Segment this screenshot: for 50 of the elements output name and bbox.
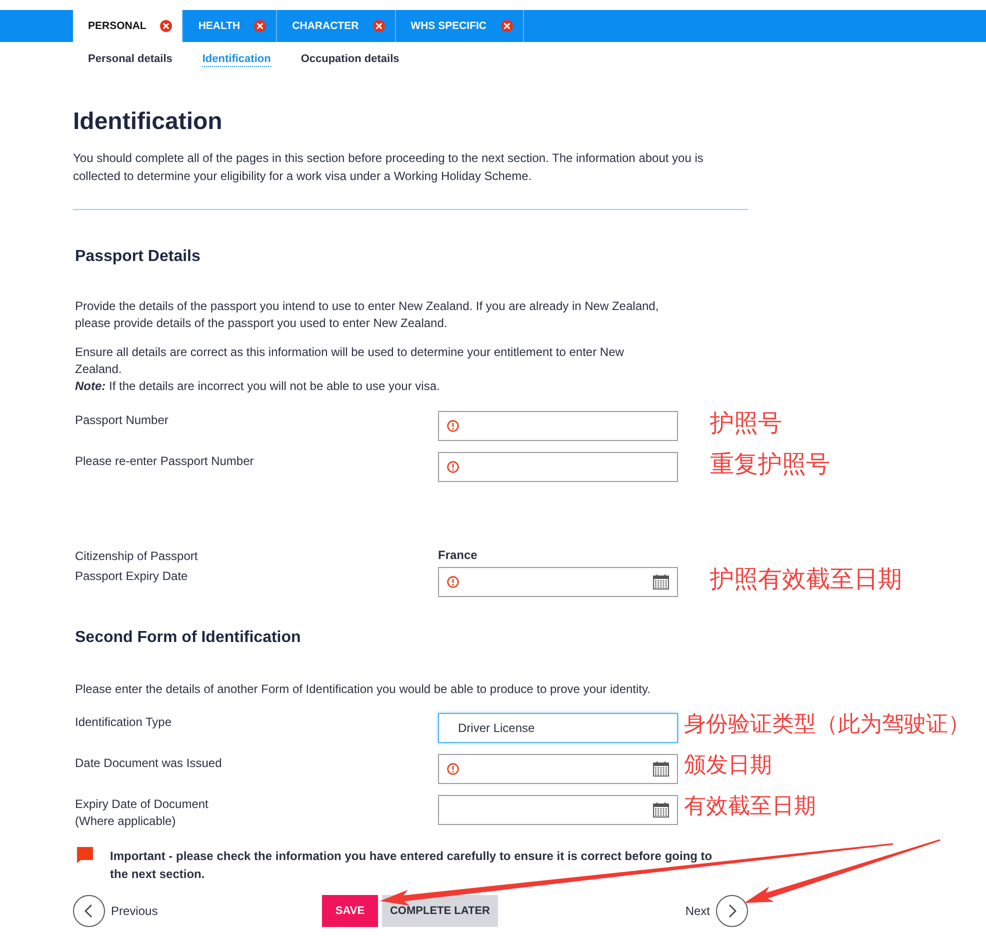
annotation-text: 身份验证类型（此为驾驶证） (684, 711, 970, 739)
annotation-text: 护照号 (710, 408, 782, 438)
paragraph-text: Please enter the details of another Form of Identification you would be able to produce to prove your identity. (75, 681, 652, 698)
field-label: Please re-enter Passport Number (75, 453, 255, 470)
notice-text: Important - please check the information you have entered carefully to ensure it is correct before going to the next section. (110, 848, 714, 883)
section-heading: Passport Details (75, 247, 202, 267)
chevron-right-circle-icon (716, 895, 748, 927)
calendar-icon (653, 761, 669, 777)
field-label: Citizenship of Passport (75, 548, 199, 565)
field-label: Passport Number (75, 412, 170, 429)
section-heading: Second Form of Identification (75, 628, 302, 648)
x-circle-icon (500, 20, 512, 32)
page-title: Identification (73, 109, 224, 135)
save-button[interactable]: SAVE (322, 895, 378, 927)
intro-text: You should complete all of the pages in this section before proceeding to the next section. The information about you is collected to determine your eligibility for a work visa under a Working Holiday Scheme. (73, 150, 704, 185)
calendar-icon (653, 802, 669, 818)
subtab-link[interactable]: Personal details (88, 52, 172, 67)
speech-bubble-icon (77, 847, 93, 863)
calendar-icon (653, 574, 669, 590)
text-field[interactable] (438, 411, 678, 441)
date-field[interactable] (438, 567, 678, 597)
field-label: Passport Expiry Date (75, 568, 189, 585)
text-field[interactable] (438, 452, 678, 482)
paragraph-text: Provide the details of the passport you intend to use to enter New Zealand. If you are already in New Zealand, please provide details of the passport you used to enter New Zealand. (75, 298, 660, 332)
alert-icon (447, 576, 459, 588)
alert-icon (447, 763, 459, 775)
alert-icon (447, 461, 459, 473)
field-value: France (438, 547, 478, 564)
field-note: (Where applicable) (75, 813, 177, 830)
field-label: Date Document was Issued (75, 755, 223, 772)
paragraph-text: Ensure all details are correct as this information will be used to determine your entitlement to enter New Zealand. Note: If the details are incorrect you will not be able to use your visa. (75, 344, 625, 395)
field-label: Identification Type (75, 714, 173, 731)
next-link[interactable]: Next (685, 895, 748, 927)
x-circle-icon (372, 20, 385, 32)
subtab-link[interactable]: Occupation details (300, 52, 400, 67)
date-field[interactable] (438, 795, 678, 825)
x-circle-icon (254, 20, 266, 32)
previous-link[interactable]: Previous (73, 895, 322, 927)
tab[interactable]: PERSONAL (73, 10, 184, 42)
complete-later-button[interactable]: COMPLETE LATER (382, 895, 498, 927)
annotation-text: 有效截至日期 (684, 793, 816, 821)
date-field[interactable] (438, 754, 678, 784)
alert-icon (447, 420, 459, 432)
annotation-text: 颁发日期 (684, 752, 772, 780)
x-circle-icon (160, 20, 172, 32)
annotation-text: 护照有效截至日期 (710, 564, 902, 594)
field-label: Expiry Date of Document (75, 796, 210, 813)
annotation-text: 重复护照号 (710, 449, 830, 479)
dropdown-field[interactable]: Driver License (438, 713, 678, 743)
chevron-left-circle-icon (73, 895, 105, 927)
